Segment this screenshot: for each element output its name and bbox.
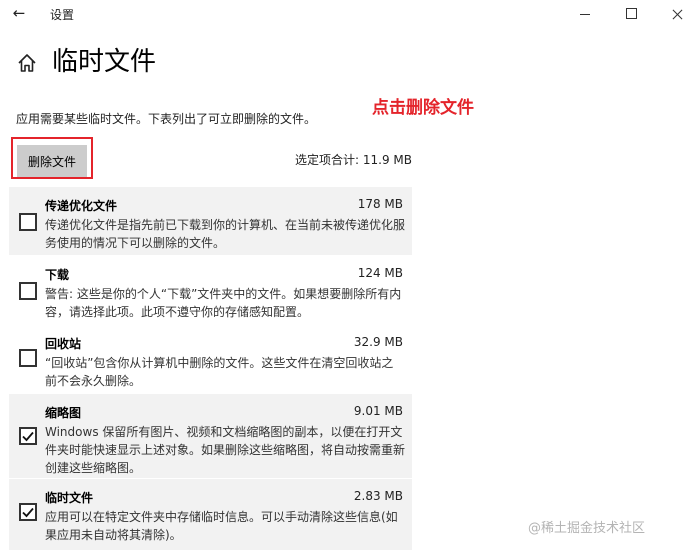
watermark: @稀土掘金技术社区 — [528, 521, 646, 536]
item-size: 124 MB — [357, 266, 403, 280]
item-description: 应用可以在特定文件夹中存储临时信息。可以手动清除这些信息(如果应用未自动将其清除… — [45, 510, 398, 542]
annotation-text: 点击删除文件 — [372, 98, 474, 118]
list-item-thumbnails[interactable]: 缩略图 9.01 MB Windows 保留所有图片、视频和文档缩略图的副本，以… — [9, 394, 412, 478]
checkmark-icon — [22, 507, 34, 518]
item-name: 下载 — [45, 268, 70, 282]
item-name: 缩略图 — [45, 406, 82, 420]
item-name: 传递优化文件 — [45, 199, 118, 213]
list-item-recycle-bin[interactable]: 回收站 32.9 MB “回收站”包含你从计算机中删除的文件。这些文件在清空回收… — [9, 325, 412, 393]
list-item-temp-files[interactable]: 临时文件 2.83 MB 应用可以在特定文件夹中存储临时信息。可以手动清除这些信… — [9, 479, 412, 550]
page-title: 临时文件 — [52, 47, 157, 77]
checkbox-icon[interactable] — [19, 213, 37, 231]
checkbox-icon[interactable] — [19, 503, 37, 521]
item-name: 临时文件 — [45, 491, 94, 505]
item-description: Windows 保留所有图片、视频和文档缩略图的副本，以便在打开文件夹时能快速显… — [45, 425, 406, 475]
checkmark-icon — [22, 431, 34, 442]
checkbox-icon[interactable] — [19, 349, 37, 367]
item-size: 32.9 MB — [353, 335, 403, 349]
back-arrow-icon[interactable]: ← — [10, 3, 28, 23]
item-name: 回收站 — [45, 337, 82, 351]
item-size: 178 MB — [357, 197, 403, 211]
item-description: 警告: 这些是你的个人“下载”文件夹中的文件。如果想要删除所有内容，请选择此项。… — [45, 287, 402, 319]
list-item-downloads[interactable]: 下载 124 MB 警告: 这些是你的个人“下载”文件夹中的文件。如果想要删除所… — [9, 256, 412, 324]
title-bar: ← 设置 — [0, 0, 700, 28]
intro-text: 应用需要某些临时文件。下表列出了可立即删除的文件。 — [16, 112, 317, 126]
selected-total: 选定项合计: 11.9 MB — [295, 153, 412, 167]
item-description: 传递优化文件是指先前已下载到你的计算机、在当前未被传递优化服务使用的情况下可以删… — [45, 218, 406, 250]
checkbox-icon[interactable] — [19, 427, 37, 445]
list-item-delivery-optimization[interactable]: 传递优化文件 178 MB 传递优化文件是指先前已下载到你的计算机、在当前未被传… — [9, 187, 412, 255]
item-description: “回收站”包含你从计算机中删除的文件。这些文件在清空回收站之前不会永久删除。 — [45, 356, 394, 388]
maximize-button[interactable] — [608, 0, 654, 28]
checkbox-icon[interactable] — [19, 282, 37, 300]
item-size: 9.01 MB — [353, 404, 403, 418]
delete-files-button[interactable]: 删除文件 — [17, 145, 87, 177]
close-button[interactable] — [654, 0, 700, 28]
home-icon — [18, 54, 36, 72]
window-title: 设置 — [50, 8, 75, 22]
minimize-button[interactable] — [562, 0, 608, 28]
item-size: 2.83 MB — [353, 489, 403, 503]
